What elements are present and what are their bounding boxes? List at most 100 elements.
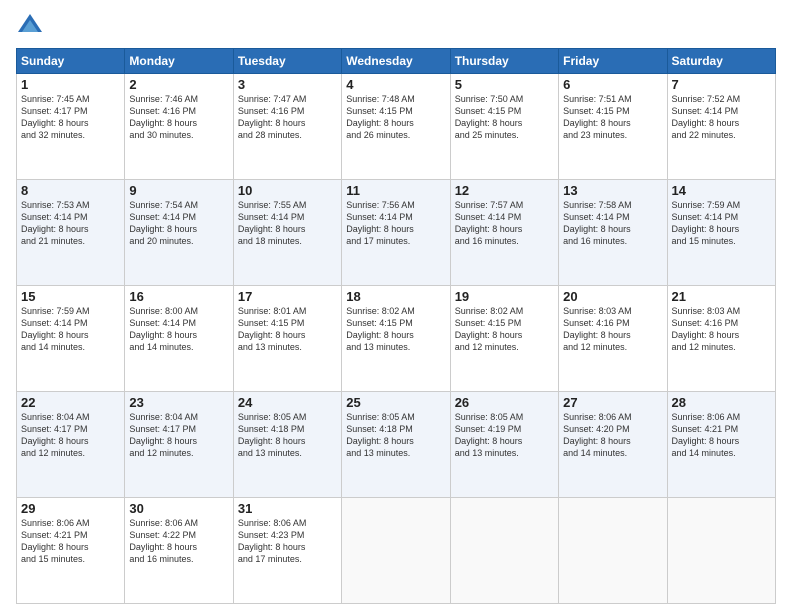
calendar-cell: 27Sunrise: 8:06 AM Sunset: 4:20 PM Dayli… (559, 392, 667, 498)
day-info: Sunrise: 7:59 AM Sunset: 4:14 PM Dayligh… (672, 199, 771, 248)
calendar-week-5: 29Sunrise: 8:06 AM Sunset: 4:21 PM Dayli… (17, 498, 776, 604)
day-info: Sunrise: 7:59 AM Sunset: 4:14 PM Dayligh… (21, 305, 120, 354)
day-number: 4 (346, 77, 445, 92)
calendar-header: SundayMondayTuesdayWednesdayThursdayFrid… (17, 49, 776, 74)
day-info: Sunrise: 7:51 AM Sunset: 4:15 PM Dayligh… (563, 93, 662, 142)
day-info: Sunrise: 8:06 AM Sunset: 4:20 PM Dayligh… (563, 411, 662, 460)
day-info: Sunrise: 8:05 AM Sunset: 4:19 PM Dayligh… (455, 411, 554, 460)
calendar-cell: 7Sunrise: 7:52 AM Sunset: 4:14 PM Daylig… (667, 74, 775, 180)
calendar-cell (342, 498, 450, 604)
logo-icon (16, 12, 44, 40)
day-number: 17 (238, 289, 337, 304)
day-number: 2 (129, 77, 228, 92)
day-number: 28 (672, 395, 771, 410)
day-info: Sunrise: 7:55 AM Sunset: 4:14 PM Dayligh… (238, 199, 337, 248)
day-number: 15 (21, 289, 120, 304)
day-number: 9 (129, 183, 228, 198)
day-info: Sunrise: 7:53 AM Sunset: 4:14 PM Dayligh… (21, 199, 120, 248)
day-number: 16 (129, 289, 228, 304)
weekday-header-monday: Monday (125, 49, 233, 74)
day-number: 29 (21, 501, 120, 516)
day-info: Sunrise: 8:06 AM Sunset: 4:21 PM Dayligh… (672, 411, 771, 460)
day-info: Sunrise: 7:52 AM Sunset: 4:14 PM Dayligh… (672, 93, 771, 142)
calendar-cell: 22Sunrise: 8:04 AM Sunset: 4:17 PM Dayli… (17, 392, 125, 498)
day-number: 5 (455, 77, 554, 92)
day-number: 23 (129, 395, 228, 410)
calendar-cell: 9Sunrise: 7:54 AM Sunset: 4:14 PM Daylig… (125, 180, 233, 286)
calendar-cell: 19Sunrise: 8:02 AM Sunset: 4:15 PM Dayli… (450, 286, 558, 392)
weekday-row: SundayMondayTuesdayWednesdayThursdayFrid… (17, 49, 776, 74)
calendar-cell: 15Sunrise: 7:59 AM Sunset: 4:14 PM Dayli… (17, 286, 125, 392)
weekday-header-friday: Friday (559, 49, 667, 74)
calendar-cell: 18Sunrise: 8:02 AM Sunset: 4:15 PM Dayli… (342, 286, 450, 392)
day-number: 21 (672, 289, 771, 304)
day-info: Sunrise: 7:57 AM Sunset: 4:14 PM Dayligh… (455, 199, 554, 248)
calendar-cell: 8Sunrise: 7:53 AM Sunset: 4:14 PM Daylig… (17, 180, 125, 286)
calendar-week-2: 8Sunrise: 7:53 AM Sunset: 4:14 PM Daylig… (17, 180, 776, 286)
day-number: 6 (563, 77, 662, 92)
calendar-week-1: 1Sunrise: 7:45 AM Sunset: 4:17 PM Daylig… (17, 74, 776, 180)
calendar-cell: 5Sunrise: 7:50 AM Sunset: 4:15 PM Daylig… (450, 74, 558, 180)
calendar-cell: 4Sunrise: 7:48 AM Sunset: 4:15 PM Daylig… (342, 74, 450, 180)
day-info: Sunrise: 7:50 AM Sunset: 4:15 PM Dayligh… (455, 93, 554, 142)
day-info: Sunrise: 8:02 AM Sunset: 4:15 PM Dayligh… (455, 305, 554, 354)
day-info: Sunrise: 7:46 AM Sunset: 4:16 PM Dayligh… (129, 93, 228, 142)
day-info: Sunrise: 8:01 AM Sunset: 4:15 PM Dayligh… (238, 305, 337, 354)
day-number: 25 (346, 395, 445, 410)
page: SundayMondayTuesdayWednesdayThursdayFrid… (0, 0, 792, 612)
day-number: 8 (21, 183, 120, 198)
weekday-header-saturday: Saturday (667, 49, 775, 74)
day-number: 10 (238, 183, 337, 198)
day-info: Sunrise: 8:05 AM Sunset: 4:18 PM Dayligh… (346, 411, 445, 460)
calendar-table: SundayMondayTuesdayWednesdayThursdayFrid… (16, 48, 776, 604)
calendar-cell: 2Sunrise: 7:46 AM Sunset: 4:16 PM Daylig… (125, 74, 233, 180)
day-number: 22 (21, 395, 120, 410)
calendar-cell: 3Sunrise: 7:47 AM Sunset: 4:16 PM Daylig… (233, 74, 341, 180)
calendar-cell: 25Sunrise: 8:05 AM Sunset: 4:18 PM Dayli… (342, 392, 450, 498)
calendar-cell (450, 498, 558, 604)
day-number: 3 (238, 77, 337, 92)
calendar-cell: 17Sunrise: 8:01 AM Sunset: 4:15 PM Dayli… (233, 286, 341, 392)
calendar-cell: 31Sunrise: 8:06 AM Sunset: 4:23 PM Dayli… (233, 498, 341, 604)
day-info: Sunrise: 8:06 AM Sunset: 4:23 PM Dayligh… (238, 517, 337, 566)
day-info: Sunrise: 7:45 AM Sunset: 4:17 PM Dayligh… (21, 93, 120, 142)
day-info: Sunrise: 8:04 AM Sunset: 4:17 PM Dayligh… (21, 411, 120, 460)
day-number: 31 (238, 501, 337, 516)
calendar-cell: 11Sunrise: 7:56 AM Sunset: 4:14 PM Dayli… (342, 180, 450, 286)
day-info: Sunrise: 8:03 AM Sunset: 4:16 PM Dayligh… (563, 305, 662, 354)
weekday-header-wednesday: Wednesday (342, 49, 450, 74)
calendar-cell: 14Sunrise: 7:59 AM Sunset: 4:14 PM Dayli… (667, 180, 775, 286)
day-info: Sunrise: 8:00 AM Sunset: 4:14 PM Dayligh… (129, 305, 228, 354)
day-info: Sunrise: 7:58 AM Sunset: 4:14 PM Dayligh… (563, 199, 662, 248)
calendar-week-4: 22Sunrise: 8:04 AM Sunset: 4:17 PM Dayli… (17, 392, 776, 498)
day-number: 20 (563, 289, 662, 304)
day-number: 7 (672, 77, 771, 92)
day-number: 30 (129, 501, 228, 516)
calendar-cell: 26Sunrise: 8:05 AM Sunset: 4:19 PM Dayli… (450, 392, 558, 498)
calendar-cell: 6Sunrise: 7:51 AM Sunset: 4:15 PM Daylig… (559, 74, 667, 180)
day-info: Sunrise: 8:03 AM Sunset: 4:16 PM Dayligh… (672, 305, 771, 354)
calendar-cell: 13Sunrise: 7:58 AM Sunset: 4:14 PM Dayli… (559, 180, 667, 286)
day-info: Sunrise: 8:06 AM Sunset: 4:21 PM Dayligh… (21, 517, 120, 566)
header (16, 12, 776, 40)
calendar-cell: 30Sunrise: 8:06 AM Sunset: 4:22 PM Dayli… (125, 498, 233, 604)
weekday-header-thursday: Thursday (450, 49, 558, 74)
day-number: 19 (455, 289, 554, 304)
day-number: 12 (455, 183, 554, 198)
calendar-cell: 20Sunrise: 8:03 AM Sunset: 4:16 PM Dayli… (559, 286, 667, 392)
calendar-cell: 23Sunrise: 8:04 AM Sunset: 4:17 PM Dayli… (125, 392, 233, 498)
day-info: Sunrise: 7:48 AM Sunset: 4:15 PM Dayligh… (346, 93, 445, 142)
day-number: 1 (21, 77, 120, 92)
calendar-body: 1Sunrise: 7:45 AM Sunset: 4:17 PM Daylig… (17, 74, 776, 604)
day-info: Sunrise: 8:04 AM Sunset: 4:17 PM Dayligh… (129, 411, 228, 460)
calendar-cell: 1Sunrise: 7:45 AM Sunset: 4:17 PM Daylig… (17, 74, 125, 180)
calendar-cell: 21Sunrise: 8:03 AM Sunset: 4:16 PM Dayli… (667, 286, 775, 392)
day-info: Sunrise: 7:47 AM Sunset: 4:16 PM Dayligh… (238, 93, 337, 142)
calendar-cell (667, 498, 775, 604)
day-number: 26 (455, 395, 554, 410)
weekday-header-sunday: Sunday (17, 49, 125, 74)
calendar-cell: 16Sunrise: 8:00 AM Sunset: 4:14 PM Dayli… (125, 286, 233, 392)
day-info: Sunrise: 7:54 AM Sunset: 4:14 PM Dayligh… (129, 199, 228, 248)
day-info: Sunrise: 8:05 AM Sunset: 4:18 PM Dayligh… (238, 411, 337, 460)
day-number: 13 (563, 183, 662, 198)
